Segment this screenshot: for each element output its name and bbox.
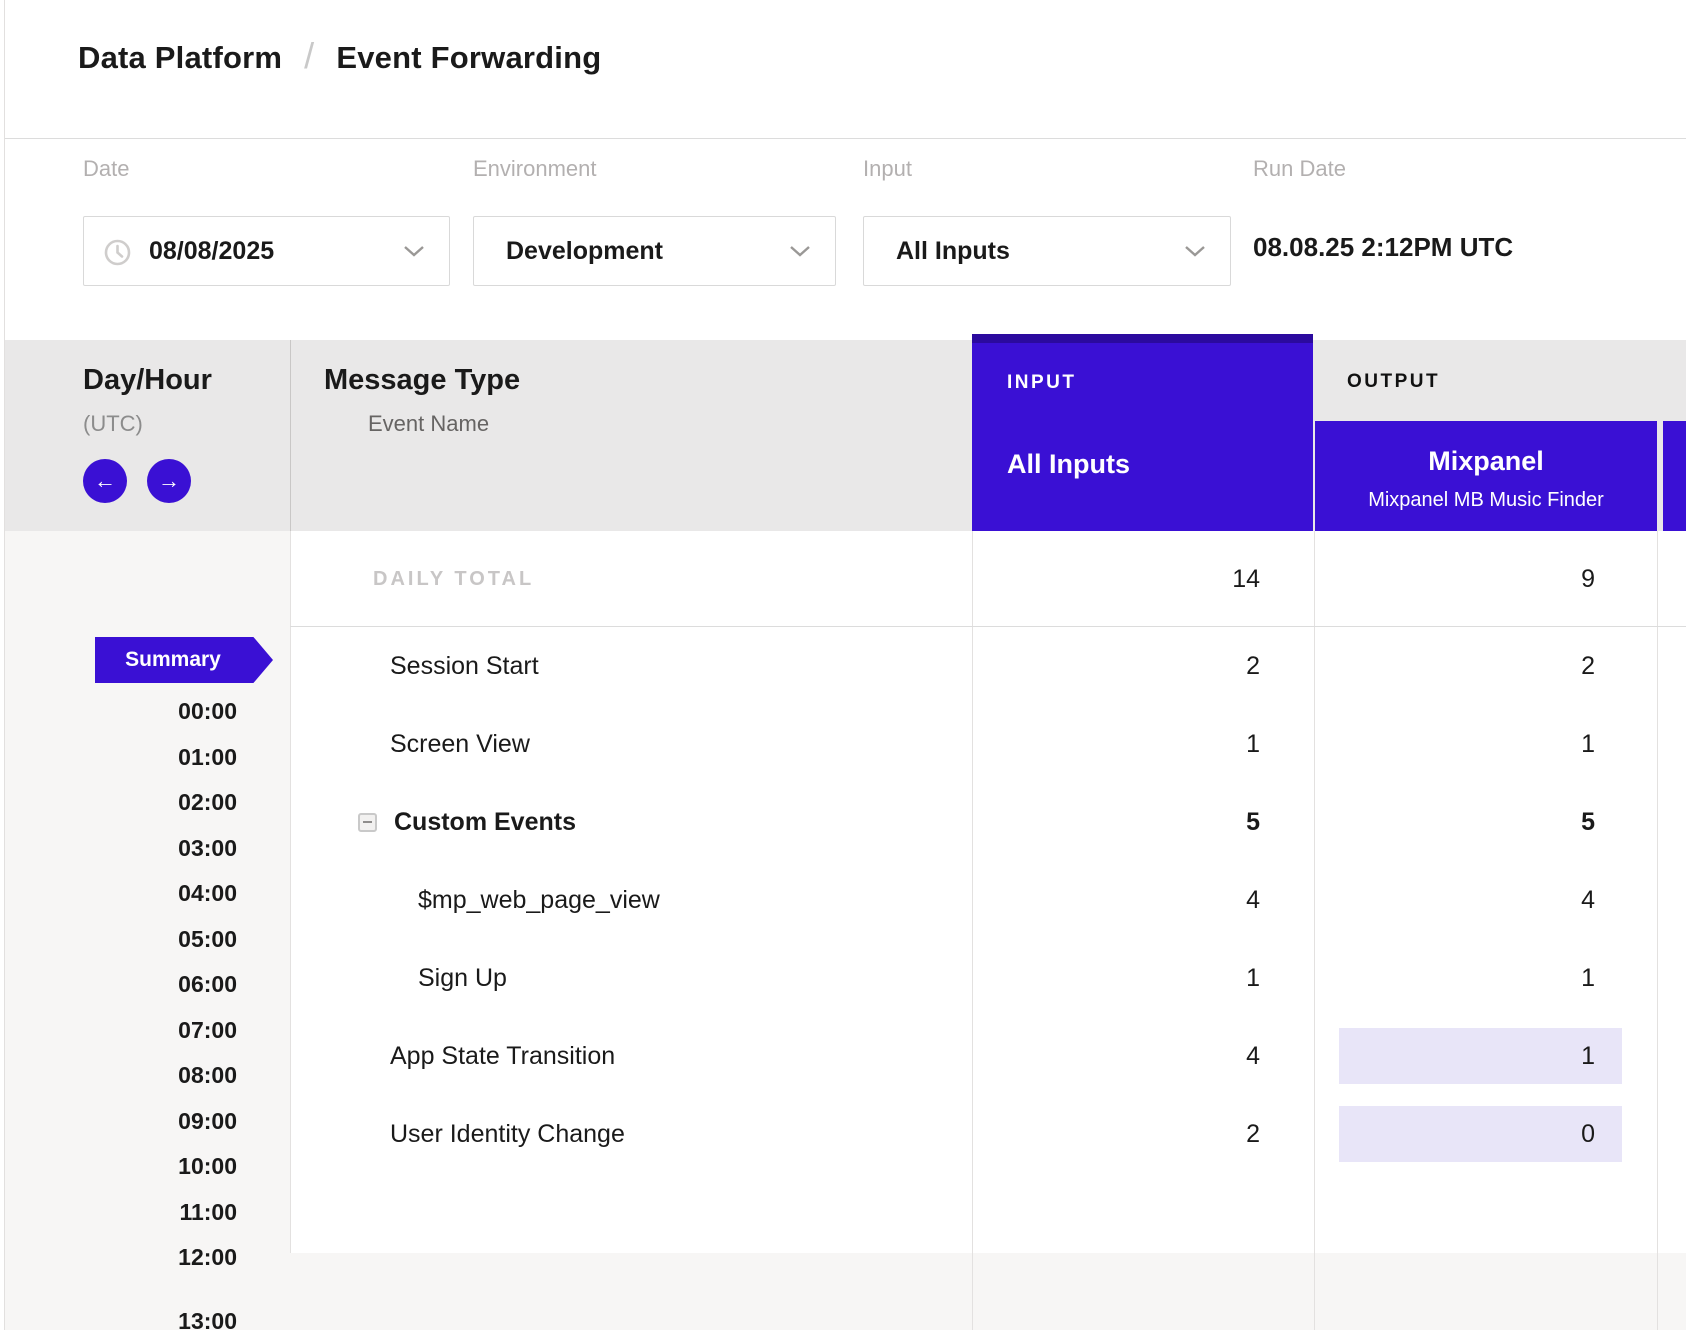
output-next-divider-footer — [1657, 1253, 1658, 1330]
hour-row-label[interactable]: 13:00 — [0, 1308, 237, 1330]
event-group-label: Custom Events — [358, 783, 576, 861]
arrow-left-icon: ← — [94, 468, 116, 494]
hour-row-label[interactable]: 04:00 — [0, 880, 237, 906]
chevron-down-icon — [403, 245, 425, 257]
event-label: Custom Events — [394, 808, 576, 837]
input-count: 2 — [972, 1095, 1260, 1173]
event-name-subheader: Event Name — [368, 411, 489, 437]
hour-row-label[interactable]: 11:00 — [0, 1199, 237, 1225]
input-count: 1 — [972, 939, 1260, 1017]
event-label: Sign Up — [418, 939, 507, 1017]
input-column-selected-strip — [972, 334, 1313, 343]
table-row-mp-web-page-view: $mp_web_page_view 4 4 — [290, 861, 1686, 939]
output-column-name: Mixpanel — [1315, 446, 1657, 477]
hour-row-label[interactable]: 03:00 — [0, 835, 237, 861]
input-count: 1 — [972, 705, 1260, 783]
input-value: All Inputs — [896, 237, 1010, 266]
breadcrumb-section[interactable]: Data Platform — [78, 40, 282, 76]
summary-label: Summary — [125, 648, 221, 672]
header-divider — [5, 138, 1686, 139]
table-row-app-state-transition: App State Transition 4 1 — [290, 1017, 1686, 1095]
run-date-label: Run Date — [1253, 156, 1346, 182]
breadcrumb-separator: / — [304, 35, 314, 77]
event-label: App State Transition — [390, 1017, 615, 1095]
hour-row-label[interactable]: 06:00 — [0, 971, 237, 997]
input-column-name: All Inputs — [1007, 449, 1130, 480]
environment-dropdown[interactable]: Development — [473, 216, 836, 286]
output-count: 1 — [1315, 939, 1595, 1017]
hour-row-label[interactable]: 00:00 — [0, 698, 237, 724]
next-output-column-header-partial[interactable] — [1663, 421, 1686, 531]
output-count: 5 — [1315, 783, 1595, 861]
input-filter-label: Input — [863, 156, 912, 182]
event-label: $mp_web_page_view — [418, 861, 660, 939]
summary-row-badge[interactable]: Summary — [95, 637, 273, 683]
environment-filter-label: Environment — [473, 156, 597, 182]
event-label: User Identity Change — [390, 1095, 625, 1173]
hour-row-label[interactable]: 10:00 — [0, 1153, 237, 1179]
chevron-down-icon — [1184, 245, 1206, 257]
hour-row-label[interactable]: 12:00 — [0, 1244, 237, 1270]
arrow-right-icon: → — [158, 468, 180, 494]
prev-day-button[interactable]: ← — [83, 459, 127, 503]
input-output-divider-footer — [1314, 1253, 1315, 1330]
output-count: 1 — [1315, 705, 1595, 783]
input-count: 4 — [972, 1017, 1260, 1095]
message-input-divider-footer — [972, 1253, 973, 1330]
rail-header-divider — [290, 340, 291, 531]
table-row-sign-up: Sign Up 1 1 — [290, 939, 1686, 1017]
clock-icon — [104, 239, 131, 266]
daily-total-input-value: 14 — [972, 531, 1260, 627]
hour-row-label[interactable]: 01:00 — [0, 744, 237, 770]
input-column-header[interactable]: INPUT All Inputs — [972, 334, 1313, 531]
output-count: 1 — [1315, 1017, 1595, 1095]
hour-row-label[interactable]: 05:00 — [0, 926, 237, 952]
output-count: 0 — [1315, 1095, 1595, 1173]
output-count: 4 — [1315, 861, 1595, 939]
message-type-header: Message Type — [324, 364, 520, 397]
breadcrumb: Data Platform / Event Forwarding — [78, 36, 601, 80]
hour-row-label[interactable]: 07:00 — [0, 1017, 237, 1043]
date-value: 08/08/2025 — [149, 237, 274, 266]
collapse-minus-icon[interactable] — [358, 813, 377, 832]
daily-total-row: DAILY TOTAL 14 9 — [290, 531, 1686, 627]
hour-row-label[interactable]: 02:00 — [0, 789, 237, 815]
environment-value: Development — [506, 237, 663, 266]
table-row-screen-view: Screen View 1 1 — [290, 705, 1686, 783]
run-date-value: 08.08.25 2:12PM UTC — [1253, 232, 1513, 263]
event-forwarding-page: Data Platform / Event Forwarding Date 08… — [0, 0, 1686, 1330]
output-column-header-mixpanel[interactable]: Mixpanel Mixpanel MB Music Finder — [1315, 421, 1657, 531]
table-row-session-start: Session Start 2 2 — [290, 627, 1686, 705]
input-count: 2 — [972, 627, 1260, 705]
table-row-custom-events: Custom Events 5 5 — [290, 783, 1686, 861]
table-row-user-identity-change: User Identity Change 2 0 — [290, 1095, 1686, 1173]
input-dropdown[interactable]: All Inputs — [863, 216, 1231, 286]
hour-row-label[interactable]: 09:00 — [0, 1108, 237, 1134]
input-group-label: INPUT — [1007, 372, 1077, 394]
next-day-button[interactable]: → — [147, 459, 191, 503]
page-title: Event Forwarding — [336, 40, 601, 76]
date-dropdown[interactable]: 08/08/2025 — [83, 216, 450, 286]
output-count: 2 — [1315, 627, 1595, 705]
event-label: Session Start — [390, 627, 539, 705]
event-label: Screen View — [390, 705, 530, 783]
input-count: 4 — [972, 861, 1260, 939]
hour-row-label[interactable]: 08:00 — [0, 1062, 237, 1088]
daily-total-output-value: 9 — [1315, 531, 1595, 627]
day-hour-timezone: (UTC) — [83, 411, 143, 437]
output-column-subtitle: Mixpanel MB Music Finder — [1315, 489, 1657, 512]
table-footer-area — [290, 1253, 1686, 1330]
day-hour-header: Day/Hour — [83, 364, 212, 397]
date-filter-label: Date — [83, 156, 129, 182]
chevron-down-icon — [789, 245, 811, 257]
input-count: 5 — [972, 783, 1260, 861]
daily-total-label: DAILY TOTAL — [373, 531, 534, 627]
output-group-label: OUTPUT — [1347, 371, 1440, 393]
